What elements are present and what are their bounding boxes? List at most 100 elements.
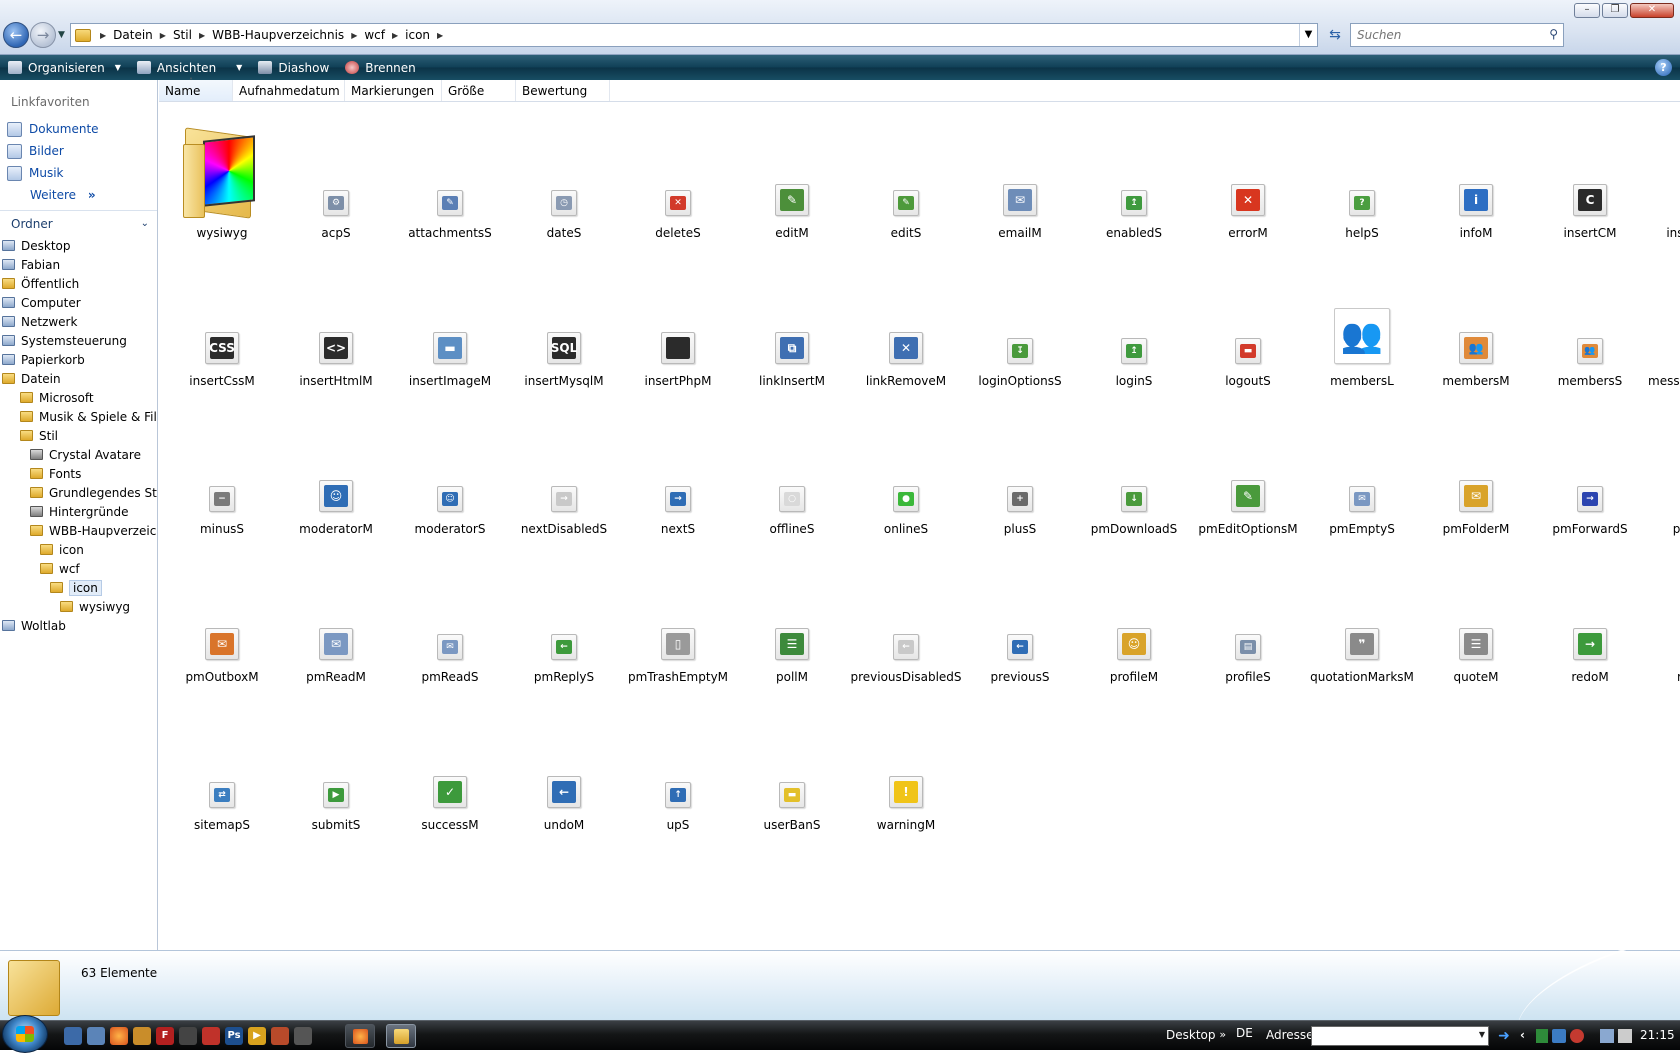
column-header[interactable]: Bewertung — [516, 80, 610, 101]
volume-icon[interactable] — [1618, 1029, 1632, 1043]
breadcrumb-separator-icon[interactable]: ▶ — [348, 31, 360, 40]
favorite-link[interactable]: Musik — [0, 162, 157, 184]
favorite-link[interactable]: Bilder — [0, 140, 157, 162]
clock[interactable]: 21:15 — [1640, 1028, 1675, 1042]
taskbar-address-input[interactable] — [1312, 1027, 1462, 1045]
file-item[interactable]: ✎ attachmentsS — [393, 104, 507, 252]
file-item[interactable]: #insertCodeM — [1647, 104, 1680, 252]
back-button[interactable]: ← — [3, 22, 29, 48]
file-item[interactable]: ✓ successM — [393, 696, 507, 844]
file-item[interactable]: ○ offlineS — [735, 400, 849, 548]
file-item[interactable]: wysiwyg — [165, 104, 279, 252]
views-button[interactable]: Ansichten ▼ — [136, 61, 242, 75]
file-item[interactable]: ? helpS — [1305, 104, 1419, 252]
file-item[interactable]: ☺ moderatorM — [279, 400, 393, 548]
chevron-down-icon[interactable]: ▼ — [1479, 1030, 1485, 1039]
file-item[interactable]: → nextS — [621, 400, 735, 548]
organize-button[interactable]: Organisieren ▼ — [8, 61, 121, 75]
file-item[interactable]: ❞ quotationMarksM — [1305, 548, 1419, 696]
file-item[interactable]: ✎ pmEditOptionsM — [1191, 400, 1305, 548]
search-input[interactable] — [1351, 24, 1531, 46]
file-item[interactable]: → pmForwardS — [1533, 400, 1647, 548]
burn-button[interactable]: Brennen — [345, 61, 416, 75]
slideshow-button[interactable]: Diashow — [258, 61, 329, 75]
file-item[interactable]: CinsertCM — [1533, 104, 1647, 252]
tree-item[interactable]: Microsoft — [0, 388, 157, 407]
history-dropdown-icon[interactable]: ▼ — [58, 30, 65, 40]
tree-item[interactable]: Woltlab — [0, 616, 157, 635]
app3-icon[interactable] — [294, 1027, 312, 1045]
tree-item[interactable]: Hintergründe — [0, 502, 157, 521]
column-header[interactable]: Markierungen — [345, 80, 442, 101]
file-item[interactable]: − minusS — [165, 400, 279, 548]
file-item[interactable]: ✉ pmFolderM — [1419, 400, 1533, 548]
file-item[interactable]: ☺ profileM — [1077, 548, 1191, 696]
file-item[interactable]: i infoM — [1419, 104, 1533, 252]
breadcrumb-item[interactable]: icon — [401, 28, 434, 42]
firefox-icon[interactable] — [110, 1027, 128, 1045]
tree-item[interactable]: Desktop — [0, 236, 157, 255]
column-header[interactable]: Aufnahmedatum — [233, 80, 345, 101]
file-item[interactable]: ☰ pollM — [735, 548, 849, 696]
file-item[interactable]: 👥 membersM — [1419, 252, 1533, 400]
file-item[interactable]: ✕ deleteS — [621, 104, 735, 252]
filezilla-icon[interactable]: F — [156, 1027, 174, 1045]
file-item[interactable]: ▬ insertImageM — [393, 252, 507, 400]
tree-item[interactable]: icon — [0, 578, 157, 597]
tree-item[interactable]: Papierkorb — [0, 350, 157, 369]
file-item[interactable]: ● onlineS — [849, 400, 963, 548]
file-item[interactable]: ▬ logoutS — [1191, 252, 1305, 400]
breadcrumb-separator-icon[interactable]: ▶ — [196, 31, 208, 40]
tree-item[interactable]: icon — [0, 540, 157, 559]
file-item[interactable]: ✉ pmReadS — [393, 548, 507, 696]
file-item[interactable]: ← previousS — [963, 548, 1077, 696]
column-header[interactable]: ˄ Name — [159, 77, 233, 101]
breadcrumb-separator-icon[interactable]: ▶ — [157, 31, 169, 40]
file-item[interactable]: ⚙ acpS — [279, 104, 393, 252]
file-item[interactable]: ← undoM — [507, 696, 621, 844]
tree-item[interactable]: Fabian — [0, 255, 157, 274]
file-item[interactable]: ☺ moderatorS — [393, 400, 507, 548]
file-item[interactable]: ⇄ sitemapS — [165, 696, 279, 844]
photoshop-icon[interactable]: Ps — [225, 1027, 243, 1045]
refresh-icon[interactable]: ⇆ — [1323, 24, 1347, 46]
file-item[interactable]: CSS insertCssM — [165, 252, 279, 400]
file-item[interactable]: ▯ pmTrashEmptyM — [621, 548, 735, 696]
file-item[interactable]: ↓ pmDownloadS — [1077, 400, 1191, 548]
file-item[interactable]: 👥 membersL — [1305, 252, 1419, 400]
taskbar-app-firefox[interactable] — [345, 1024, 375, 1048]
file-item[interactable]: ✉ pmOutboxM — [165, 548, 279, 696]
breadcrumb-separator-icon[interactable]: ▶ — [97, 31, 109, 40]
tree-item[interactable]: wcf — [0, 559, 157, 578]
file-item[interactable]: → redoM — [1533, 548, 1647, 696]
file-item[interactable]: ! warningM — [849, 696, 963, 844]
file-item[interactable]: ✎ editM — [735, 104, 849, 252]
breadcrumb-separator-icon[interactable]: ▶ — [389, 31, 401, 40]
column-header[interactable]: Größe — [442, 80, 516, 101]
tree-item[interactable]: Grundlegendes Stil — [0, 483, 157, 502]
file-item[interactable]: ✎ editS — [849, 104, 963, 252]
network-icon[interactable] — [1552, 1029, 1566, 1043]
file-item[interactable]: ✎registerS — [1647, 548, 1680, 696]
tree-item[interactable]: Musik & Spiele & Film — [0, 407, 157, 426]
tree-item[interactable]: Stil — [0, 426, 157, 445]
file-item[interactable]: ✉ emailM — [963, 104, 1077, 252]
tree-item[interactable]: Fonts — [0, 464, 157, 483]
app-icon[interactable] — [179, 1027, 197, 1045]
file-item[interactable]: ✉ pmReadM — [279, 548, 393, 696]
tree-item[interactable]: Öffentlich — [0, 274, 157, 293]
breadcrumb-item[interactable]: WBB-Haupverzeichnis — [208, 28, 348, 42]
breadcrumb-item[interactable]: wcf — [360, 28, 389, 42]
file-item[interactable]: ▾messageQuoteOpt... — [1647, 252, 1680, 400]
tool-icon[interactable] — [133, 1027, 151, 1045]
file-item[interactable]: ☰ quoteM — [1419, 548, 1533, 696]
favorite-link[interactable]: Dokumente — [0, 118, 157, 140]
file-item[interactable]: + plusS — [963, 400, 1077, 548]
tray-expand-icon[interactable]: ‹ — [1520, 1028, 1525, 1042]
close-button[interactable]: ✕ — [1630, 3, 1674, 18]
file-item[interactable]: <> insertHtmlM — [279, 252, 393, 400]
file-item[interactable]: ✕ errorM — [1191, 104, 1305, 252]
forward-button[interactable]: → — [30, 22, 56, 48]
tree-item[interactable]: Computer — [0, 293, 157, 312]
file-item[interactable]: ✉pmInboxM — [1647, 400, 1680, 548]
